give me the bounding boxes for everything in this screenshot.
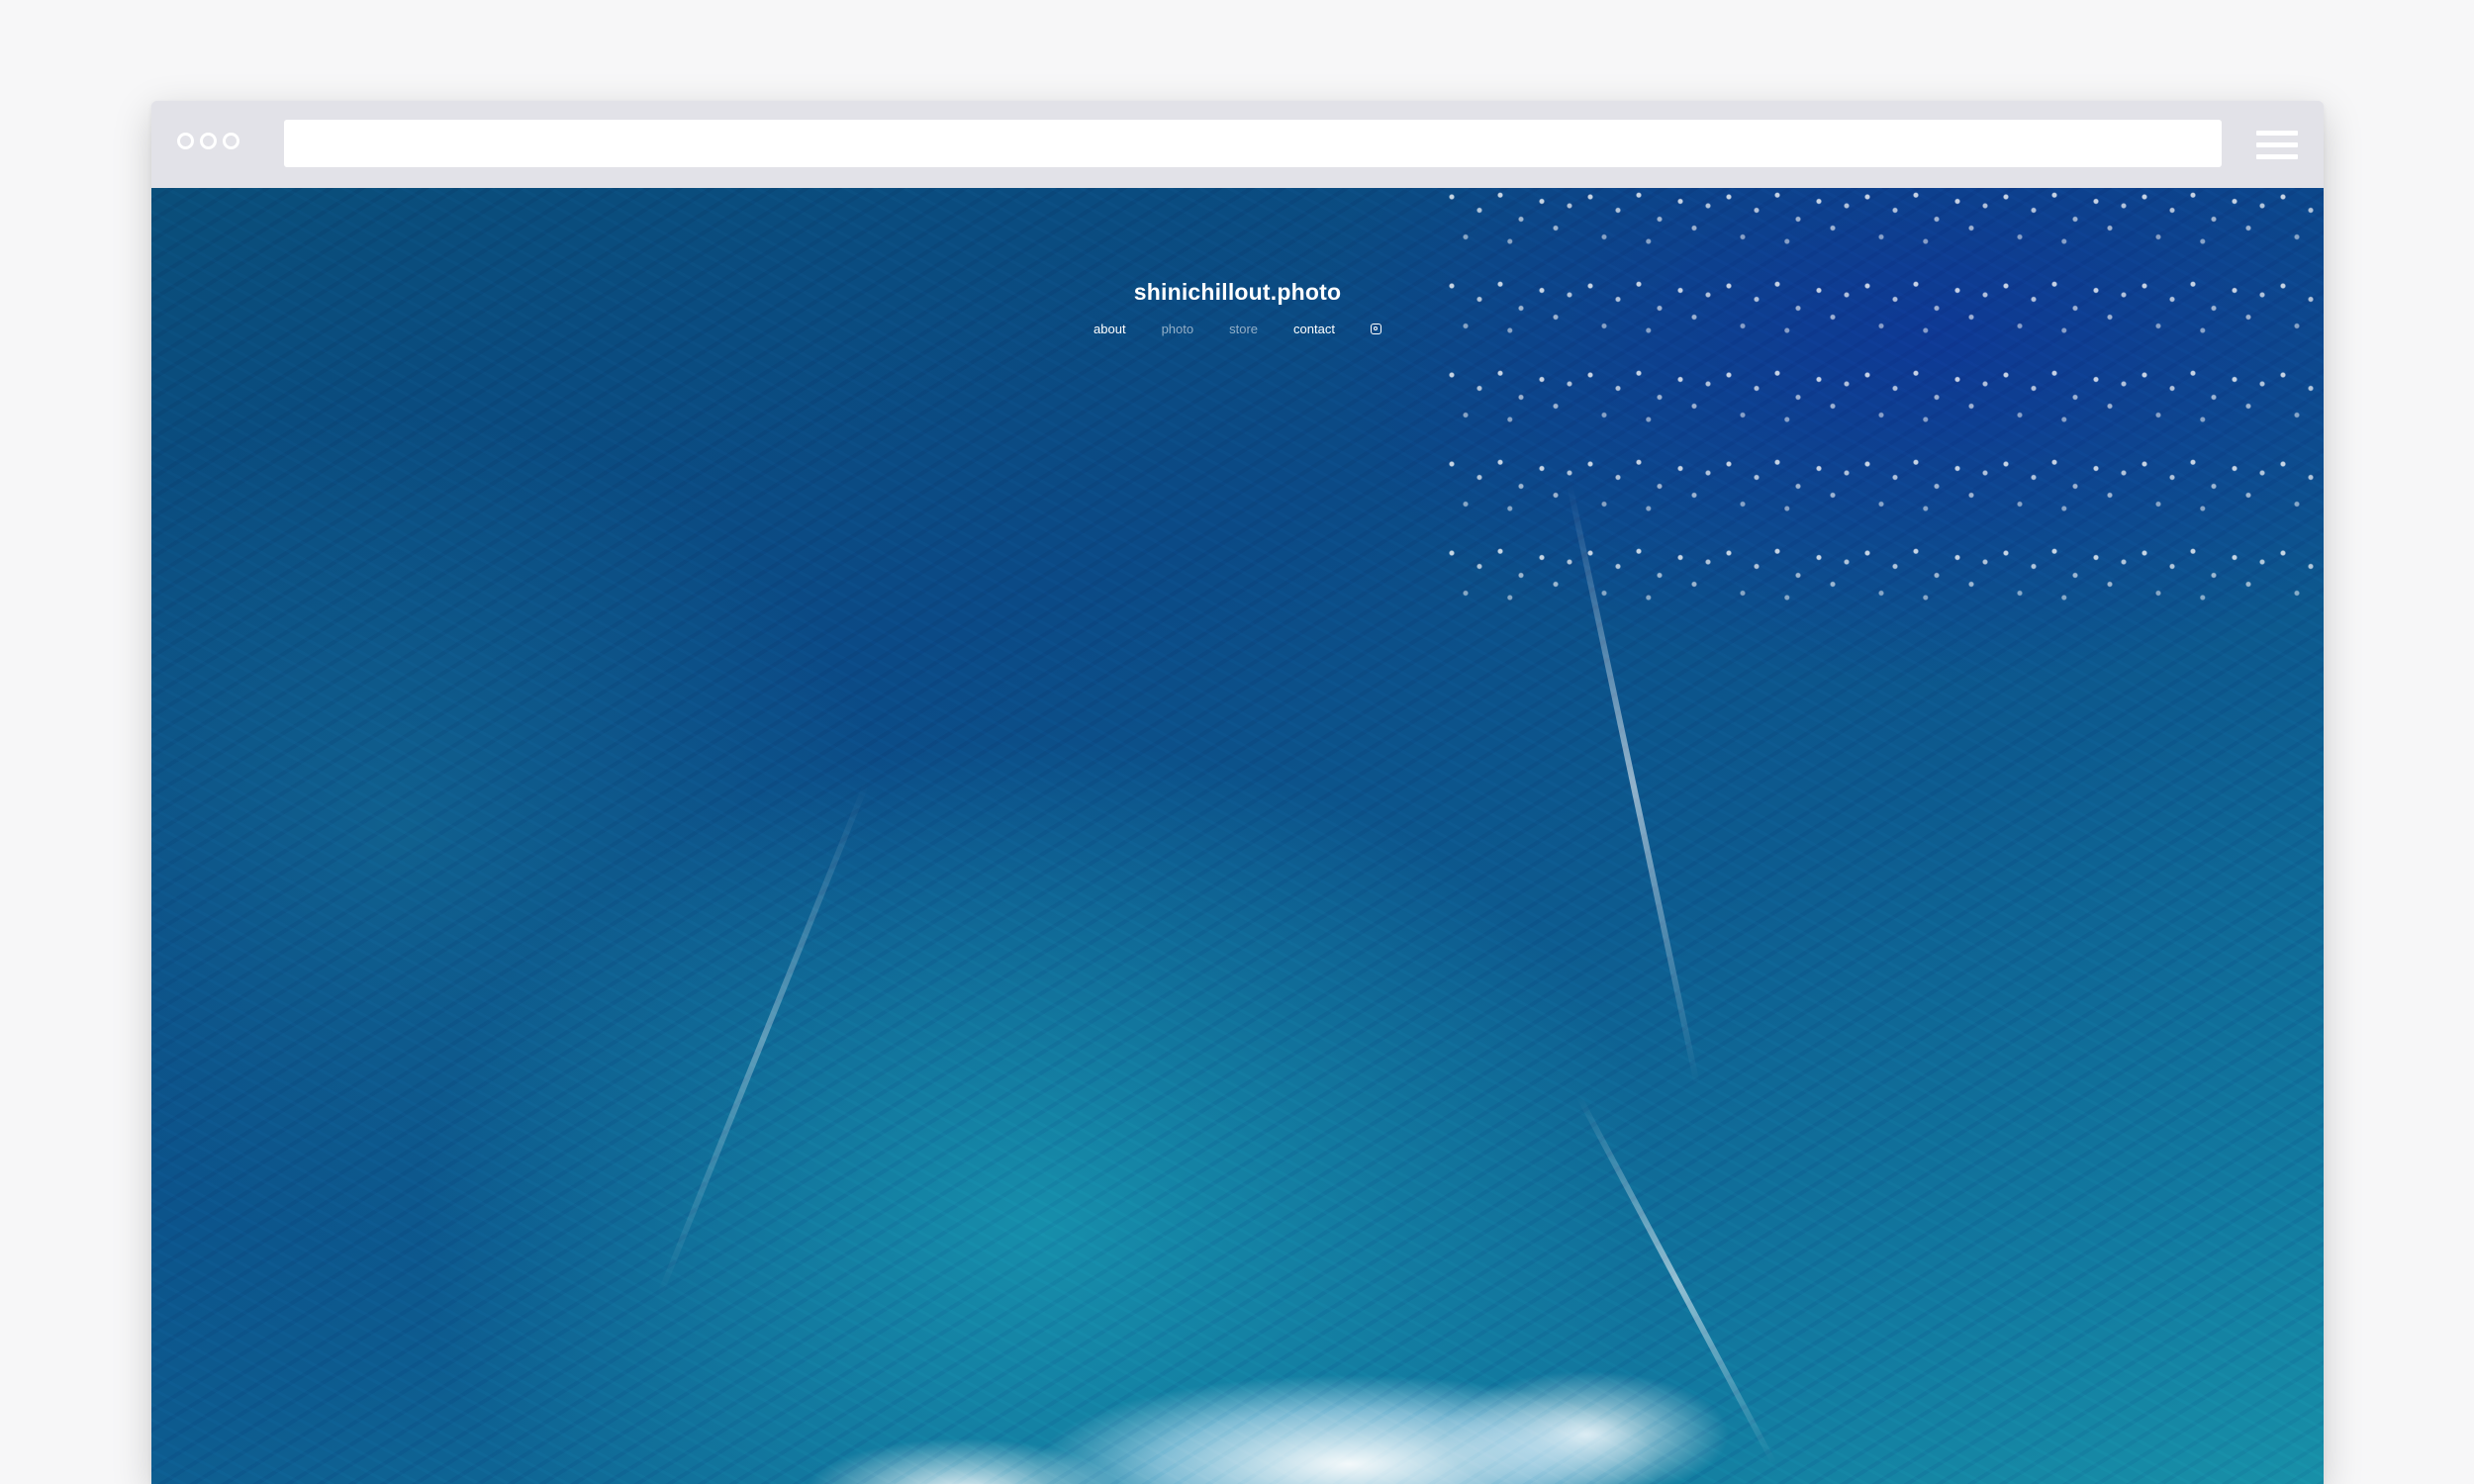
nav-about[interactable]: about — [1094, 322, 1126, 336]
window-dot-icon[interactable] — [200, 133, 217, 149]
window-dot-icon[interactable] — [223, 133, 239, 149]
site-nav: about photo store contact — [151, 322, 2324, 336]
site-title[interactable]: shinichillout.photo — [151, 279, 2324, 306]
nav-store[interactable]: store — [1229, 322, 1258, 336]
nav-photo[interactable]: photo — [1162, 322, 1194, 336]
browser-window: shinichillout.photo about photo store co… — [151, 101, 2324, 1484]
page-viewport: shinichillout.photo about photo store co… — [151, 188, 2324, 1484]
window-controls — [177, 133, 239, 149]
instagram-icon[interactable] — [1370, 324, 1381, 334]
hamburger-menu-icon[interactable] — [2256, 131, 2298, 160]
browser-toolbar — [151, 101, 2324, 188]
nav-contact[interactable]: contact — [1293, 322, 1335, 336]
sun-glitter — [1438, 188, 2324, 603]
address-bar-input[interactable] — [284, 120, 2222, 167]
window-dot-icon[interactable] — [177, 133, 194, 149]
